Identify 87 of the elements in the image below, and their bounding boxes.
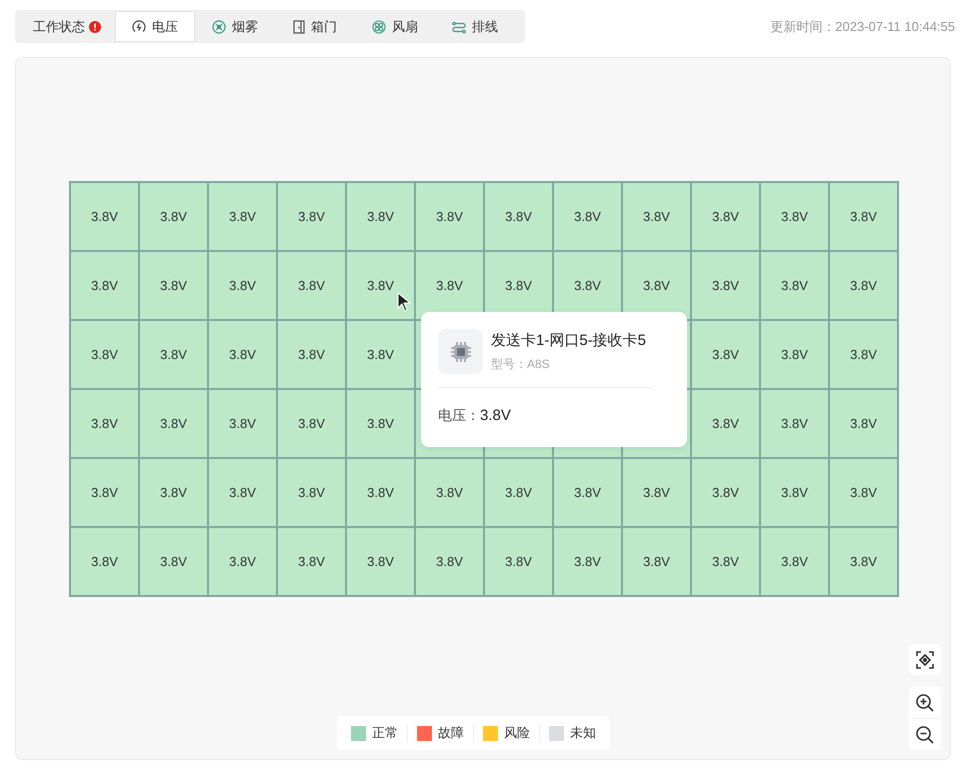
- grid-cell[interactable]: 3.8V: [278, 252, 345, 319]
- grid-cell[interactable]: 3.8V: [209, 252, 276, 319]
- status-label: 工作状态: [33, 18, 85, 36]
- grid-cell[interactable]: 3.8V: [278, 390, 345, 457]
- grid-cell[interactable]: 3.8V: [830, 390, 897, 457]
- grid-cell[interactable]: 3.8V: [623, 183, 690, 250]
- grid-cell[interactable]: 3.8V: [761, 183, 828, 250]
- grid-cell[interactable]: 3.8V: [830, 528, 897, 595]
- tab[interactable]: 电压: [115, 11, 195, 42]
- grid-cell[interactable]: 3.8V: [209, 459, 276, 526]
- grid-cell[interactable]: 3.8V: [830, 321, 897, 388]
- grid-cell[interactable]: 3.8V: [140, 321, 207, 388]
- door-icon: [293, 20, 305, 34]
- grid-cell[interactable]: 3.8V: [761, 528, 828, 595]
- legend-label: 未知: [570, 724, 596, 742]
- fan-icon: [372, 20, 386, 34]
- grid-cell[interactable]: 3.8V: [485, 528, 552, 595]
- grid-cell[interactable]: 3.8V: [692, 252, 759, 319]
- chip-icon: [438, 329, 483, 374]
- tooltip-title: 发送卡1-网口5-接收卡5: [491, 331, 646, 350]
- zoom-out-icon: [915, 724, 935, 744]
- legend-label: 风险: [504, 724, 530, 742]
- grid-cell[interactable]: 3.8V: [416, 459, 483, 526]
- grid-cell[interactable]: 3.8V: [71, 459, 138, 526]
- grid-cell[interactable]: 3.8V: [140, 459, 207, 526]
- grid-cell[interactable]: 3.8V: [761, 390, 828, 457]
- grid-cell[interactable]: 3.8V: [692, 321, 759, 388]
- update-time: 更新时间：2023-07-11 10:44:55: [770, 18, 955, 36]
- tab[interactable]: 排线: [435, 11, 515, 42]
- grid-cell[interactable]: 3.8V: [347, 321, 414, 388]
- grid-cell[interactable]: 3.8V: [278, 321, 345, 388]
- grid-cell[interactable]: 3.8V: [209, 321, 276, 388]
- grid-cell[interactable]: 3.8V: [209, 183, 276, 250]
- gauge-icon: [132, 20, 146, 34]
- grid-cell[interactable]: 3.8V: [761, 321, 828, 388]
- field-label: 电压：: [438, 407, 480, 425]
- locate-icon: [915, 650, 935, 670]
- grid-cell[interactable]: 3.8V: [71, 183, 138, 250]
- grid-cell[interactable]: 3.8V: [761, 459, 828, 526]
- grid-cell[interactable]: 3.8V: [416, 528, 483, 595]
- grid-cell[interactable]: 3.8V: [830, 459, 897, 526]
- grid-cell[interactable]: 3.8V: [485, 459, 552, 526]
- model-label: 型号：A8S: [491, 356, 551, 373]
- grid-cell[interactable]: 3.8V: [209, 390, 276, 457]
- grid-cell[interactable]: 3.8V: [623, 528, 690, 595]
- grid-cell[interactable]: 3.8V: [347, 252, 414, 319]
- grid-cell[interactable]: 3.8V: [416, 252, 483, 319]
- grid-cell[interactable]: 3.8V: [692, 390, 759, 457]
- cable-icon: [452, 20, 466, 34]
- grid-cell[interactable]: 3.8V: [71, 252, 138, 319]
- cursor-icon: [397, 292, 411, 312]
- legend-label: 故障: [438, 724, 464, 742]
- grid-cell[interactable]: 3.8V: [347, 528, 414, 595]
- grid-cell[interactable]: 3.8V: [140, 252, 207, 319]
- grid-cell[interactable]: 3.8V: [140, 390, 207, 457]
- grid-cell[interactable]: 3.8V: [830, 183, 897, 250]
- grid-cell[interactable]: 3.8V: [485, 183, 552, 250]
- grid-cell[interactable]: 3.8V: [71, 321, 138, 388]
- grid-cell[interactable]: 3.8V: [554, 183, 621, 250]
- grid-cell[interactable]: 3.8V: [278, 459, 345, 526]
- grid-cell[interactable]: 3.8V: [692, 183, 759, 250]
- grid-cell[interactable]: 3.8V: [554, 459, 621, 526]
- grid-cell[interactable]: 3.8V: [416, 183, 483, 250]
- grid-cell[interactable]: 3.8V: [140, 528, 207, 595]
- grid-cell[interactable]: 3.8V: [692, 528, 759, 595]
- tab[interactable]: 风扇: [355, 11, 435, 42]
- grid-cell[interactable]: 3.8V: [692, 459, 759, 526]
- zoom-in-icon: [915, 692, 935, 712]
- grid-cell[interactable]: 3.8V: [347, 183, 414, 250]
- grid-cell[interactable]: 3.8V: [347, 390, 414, 457]
- grid-cell[interactable]: 3.8V: [278, 183, 345, 250]
- tab[interactable]: 烟雾: [195, 11, 275, 42]
- grid-cell[interactable]: 3.8V: [347, 459, 414, 526]
- grid-cell[interactable]: 3.8V: [623, 252, 690, 319]
- grid-cell[interactable]: 3.8V: [830, 252, 897, 319]
- grid-cell[interactable]: 3.8V: [71, 528, 138, 595]
- grid-cell[interactable]: 3.8V: [140, 183, 207, 250]
- grid-cell[interactable]: 3.8V: [623, 459, 690, 526]
- grid-cell[interactable]: 3.8V: [71, 390, 138, 457]
- legend-label: 正常: [372, 724, 398, 742]
- grid-cell[interactable]: 3.8V: [209, 528, 276, 595]
- field-value: 3.8V: [480, 407, 511, 424]
- grid-cell[interactable]: 3.8V: [554, 528, 621, 595]
- tab[interactable]: 箱门: [275, 11, 355, 42]
- smoke-icon: [212, 20, 226, 34]
- grid-cell[interactable]: 3.8V: [278, 528, 345, 595]
- grid-cell[interactable]: 3.8V: [761, 252, 828, 319]
